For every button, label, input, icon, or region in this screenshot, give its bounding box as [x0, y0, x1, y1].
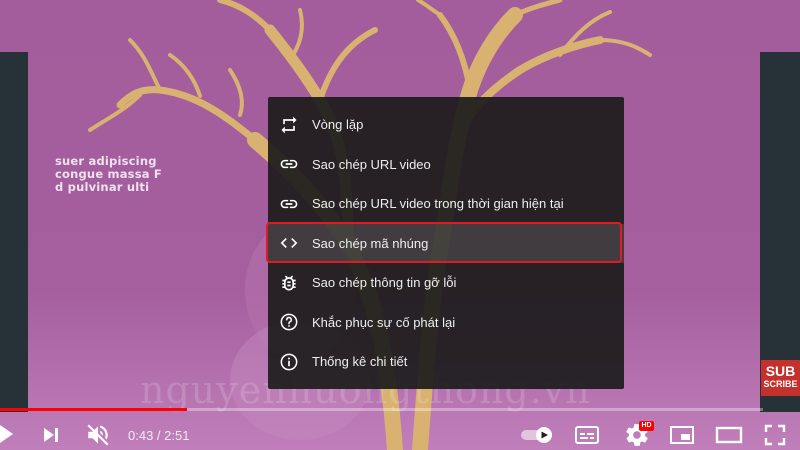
menu-item-loop[interactable]: Vòng lặp	[268, 105, 624, 145]
hd-badge: HD	[641, 422, 652, 429]
video-player[interactable]: suer adipiscing congue massa F d pulvina…	[0, 0, 800, 450]
progress-bar[interactable]	[0, 408, 763, 411]
context-menu: Vòng lặp Sao chép URL video Sao chép URL…	[268, 97, 624, 389]
controls-bar: 0:43 / 2:51 HD	[0, 418, 800, 450]
menu-item-label: Thống kê chi tiết	[312, 354, 408, 370]
menu-item-copy-debug-info[interactable]: Sao chép thông tin gỡ lỗi	[268, 263, 624, 303]
link-icon	[278, 153, 300, 175]
fullscreen-button[interactable]	[762, 423, 788, 447]
time-separator: /	[153, 428, 165, 443]
theater-icon	[715, 426, 743, 444]
progress-played	[0, 408, 187, 411]
play-button[interactable]	[0, 422, 20, 446]
subtitles-button[interactable]	[574, 424, 600, 446]
left-pillarbox	[0, 52, 28, 412]
subtitles-icon	[575, 426, 599, 444]
overlay-text-line: d pulvinar ulti	[55, 180, 150, 194]
mute-button[interactable]	[84, 421, 112, 449]
help-icon	[278, 311, 300, 333]
mute-icon	[87, 424, 109, 446]
right-pillarbox	[760, 52, 800, 412]
next-button[interactable]	[38, 422, 64, 448]
subscribe-label-line1: SUB	[765, 363, 796, 379]
miniplayer-icon	[670, 426, 694, 444]
play-icon	[0, 425, 13, 443]
time-display: 0:43 / 2:51	[128, 428, 189, 443]
autoplay-toggle[interactable]	[520, 426, 556, 444]
theater-mode-button[interactable]	[714, 423, 744, 447]
duration: 2:51	[164, 428, 190, 443]
subscribe-label-line2: SCRIBE	[763, 379, 798, 389]
menu-item-label: Khắc phục sự cố phát lại	[312, 314, 456, 330]
autoplay-toggle-icon	[521, 427, 552, 443]
menu-item-copy-embed-code[interactable]: Sao chép mã nhúng	[268, 223, 624, 263]
code-icon	[278, 232, 300, 254]
menu-item-label: Sao chép URL video trong thời gian hiện …	[312, 196, 564, 212]
menu-item-stats-for-nerds[interactable]: Thống kê chi tiết	[268, 342, 624, 382]
current-time: 0:43	[128, 428, 154, 443]
menu-item-copy-video-url-at-time[interactable]: Sao chép URL video trong thời gian hiện …	[268, 184, 624, 224]
video-overlay-text: suer adipiscing congue massa F d pulvina…	[55, 155, 162, 194]
menu-item-troubleshoot-playback[interactable]: Khắc phục sự cố phát lại	[268, 303, 624, 343]
fullscreen-icon	[764, 424, 786, 446]
menu-item-label: Sao chép thông tin gỡ lỗi	[312, 275, 457, 291]
bug-icon	[278, 272, 300, 294]
settings-button[interactable]: HD	[620, 421, 654, 449]
next-icon	[44, 428, 58, 442]
info-icon	[278, 351, 300, 373]
menu-item-label: Sao chép URL video	[312, 156, 431, 172]
menu-item-copy-video-url[interactable]: Sao chép URL video	[268, 145, 624, 185]
link-icon	[278, 193, 300, 215]
subscribe-button[interactable]: SUB SCRIBE	[761, 360, 800, 396]
menu-item-label: Vòng lặp	[312, 117, 364, 133]
miniplayer-button[interactable]	[668, 423, 696, 447]
loop-icon	[278, 114, 300, 136]
menu-item-label: Sao chép mã nhúng	[312, 235, 429, 251]
